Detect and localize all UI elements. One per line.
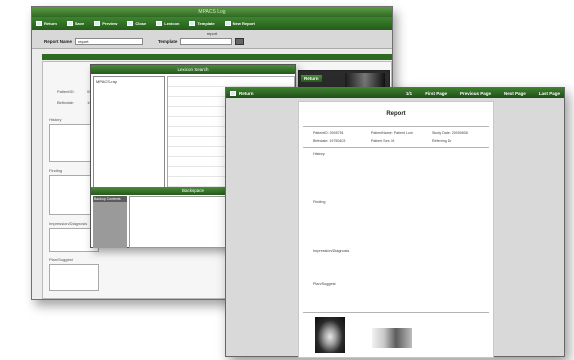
new-report-label: New Report [232, 21, 255, 26]
report-page: Report PatientID: 0005751 PatientName: P… [298, 101, 494, 358]
thumb-return-button[interactable]: Return [301, 75, 322, 82]
template-select[interactable] [180, 38, 233, 45]
plan-section: Plan/Suggest [313, 282, 336, 286]
template-field: Template [158, 38, 245, 45]
toolbar: Return Save Preview Close Lexicon Templa… [32, 17, 392, 30]
return-icon [230, 90, 236, 96]
plan-label: Plan/Suggest [49, 257, 73, 262]
template-icon [189, 21, 196, 26]
close-button[interactable]: Close [127, 21, 146, 26]
birthdate-label: Birthdate: [57, 100, 75, 105]
lexicon-tree[interactable]: MPACS-ray [93, 76, 165, 188]
report-title: Report [386, 111, 406, 117]
lexicon-icon [156, 21, 163, 26]
patient-id-label: PatientID: [57, 89, 75, 94]
editor-greenbar [42, 54, 392, 60]
lexicon-title: Lexicon Search [91, 65, 295, 74]
finding-section: Finding [313, 200, 326, 204]
divider [303, 147, 489, 148]
report-name-select[interactable]: report [75, 38, 144, 45]
pagination: 1/1 First Page Previous Page Next Page L… [406, 91, 560, 96]
tree-root-item[interactable]: MPACS-ray [96, 79, 117, 84]
lexicon-label: Lexicon [164, 21, 180, 26]
close-icon [127, 21, 134, 26]
close-label: Close [135, 21, 147, 26]
template-label: Template [158, 39, 178, 44]
lexicon-button[interactable]: Lexicon [156, 21, 179, 26]
return-icon [36, 21, 42, 26]
template-button[interactable]: Template [189, 21, 215, 26]
save-button[interactable]: Save [66, 21, 85, 26]
front-return-button[interactable]: Return [230, 90, 254, 96]
report-name-field: Report Name report [44, 38, 144, 45]
report-preview-window: Return 1/1 First Page Previous Page Next… [225, 87, 565, 358]
backspace-tab[interactable]: Backup Contents [93, 196, 127, 202]
limb-xray-image [372, 328, 412, 348]
study-date: Study Date: 20090608 [432, 131, 468, 135]
return-button[interactable]: Return [36, 21, 57, 26]
preview-icon [94, 21, 101, 26]
return-label: Return [44, 21, 57, 26]
new-report-icon [224, 21, 231, 26]
pelvis-xray-image [315, 317, 345, 353]
next-page-button[interactable]: Next Page [504, 91, 526, 96]
divider [303, 126, 489, 127]
report-header: report Report Name report Template [32, 30, 392, 49]
preview-toolbar: Return 1/1 First Page Previous Page Next… [226, 88, 564, 98]
save-label: Save [74, 21, 85, 26]
patient-sex: Patient Sex: M [371, 139, 395, 143]
divider [303, 312, 489, 313]
patient-id: PatientID: 0005751 [313, 131, 344, 135]
preview-label: Preview [102, 21, 118, 26]
plan-textarea[interactable] [49, 264, 99, 291]
front-return-label: Return [239, 90, 254, 96]
template-label: Template [197, 21, 215, 26]
birthdate: Birthdate: 19750403 [313, 139, 346, 143]
report-name-label: Report Name [44, 39, 73, 44]
history-label: History [49, 117, 62, 122]
patient-name: PatientName: Patient Lum [371, 131, 413, 135]
impression-label: Impression/Diagnosis [49, 221, 88, 226]
save-icon [66, 21, 73, 26]
referring-dr: Referring Dr [432, 139, 452, 143]
template-apply-button[interactable] [235, 38, 245, 45]
report-heading: report [206, 31, 218, 36]
previous-page-button[interactable]: Previous Page [460, 91, 491, 96]
screenshot-stage: MPACS Log Return Save Preview Close Lexi… [0, 0, 574, 360]
impression-section: Impression/Diagnosis [313, 249, 350, 253]
window-title: MPACS Log [32, 7, 392, 17]
first-page-button[interactable]: First Page [425, 91, 447, 96]
new-report-button[interactable]: New Report [224, 21, 255, 26]
history-section: History [313, 152, 325, 156]
last-page-button[interactable]: Last Page [539, 91, 560, 96]
thumbnail-image [345, 73, 385, 88]
preview-button[interactable]: Preview [94, 21, 117, 26]
backspace-tab-panel: Backup Contents [93, 196, 127, 248]
finding-label: Finding [49, 168, 63, 173]
page-indicator: 1/1 [405, 90, 413, 96]
